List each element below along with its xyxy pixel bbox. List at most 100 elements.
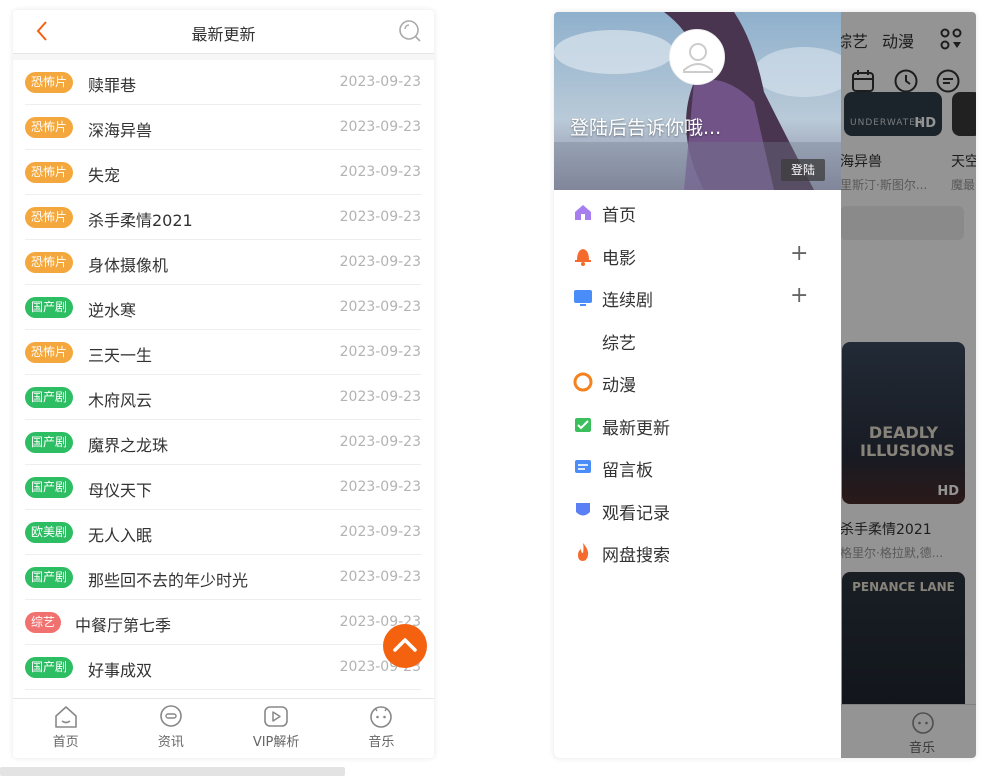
list-item[interactable]: 恐怖片 赎罪巷 2023-09-23: [25, 60, 421, 105]
list-item[interactable]: 综艺 中餐厅第七季 2023-09-23: [25, 600, 421, 645]
list-item[interactable]: 恐怖片 三天一生 2023-09-23: [25, 330, 421, 375]
menu-item[interactable]: 网盘搜索: [554, 530, 841, 573]
item-date: 2023-09-23: [339, 119, 421, 135]
item-title[interactable]: 母仪天下: [88, 477, 152, 501]
drawer-menu: 首页 电影 + 连续剧 + 综艺 动漫 最新更新 留言板 观看记录 网盘搜索: [554, 190, 841, 573]
item-date: 2023-09-23: [339, 254, 421, 270]
category-badge: 综艺: [25, 612, 62, 633]
item-title[interactable]: 那些回不去的年少时光: [88, 567, 248, 591]
expand-plus-icon[interactable]: +: [790, 242, 808, 264]
chevron-up-icon: [393, 638, 417, 652]
top-bar: 最新更新: [13, 10, 434, 54]
item-title[interactable]: 木府风云: [88, 387, 152, 411]
item-date: 2023-09-23: [339, 389, 421, 405]
item-date: 2023-09-23: [339, 74, 421, 90]
list-item[interactable]: 恐怖片 深海异兽 2023-09-23: [25, 105, 421, 150]
drawer-header: 登陆后告诉你哦... 登陆: [554, 12, 841, 190]
page-title: 最新更新: [191, 25, 256, 44]
tab-home[interactable]: 首页: [13, 699, 118, 758]
list-item[interactable]: 国产剧 那些回不去的年少时光 2023-09-23: [25, 555, 421, 600]
list-item[interactable]: 欧美剧 无人入眠 2023-09-23: [25, 510, 421, 555]
category-badge: 恐怖片: [25, 207, 74, 228]
menu-item[interactable]: 综艺: [554, 318, 841, 361]
expand-plus-icon[interactable]: +: [790, 285, 808, 307]
item-title[interactable]: 三天一生: [88, 342, 152, 366]
item-date: 2023-09-23: [339, 164, 421, 180]
category-badge: 国产剧: [25, 657, 74, 678]
ring-icon: [573, 372, 593, 392]
search-icon[interactable]: [398, 19, 422, 43]
tab-music-label: 音乐: [368, 735, 395, 750]
item-date: 2023-09-23: [339, 569, 421, 585]
tab-music[interactable]: 音乐: [329, 699, 434, 758]
menu-item[interactable]: 最新更新: [554, 403, 841, 446]
face-icon: [370, 706, 393, 728]
menu-item-label: 动漫: [602, 376, 636, 396]
category-badge: 国产剧: [25, 477, 74, 498]
list-item[interactable]: 恐怖片 杀手柔情2021 2023-09-23: [25, 195, 421, 240]
category-badge: 恐怖片: [25, 342, 74, 363]
update-list: 恐怖片 赎罪巷 2023-09-23 恐怖片 深海异兽 2023-09-23 恐怖片 失宠 20…: [13, 60, 434, 698]
drawer-screen: 综艺 动漫 UNDERWATER HD 海异兽 里斯汀·斯图尔... 天空 魔最 …: [554, 12, 976, 758]
item-title[interactable]: 无人入眠: [88, 522, 152, 546]
list-item[interactable]: 恐怖片 失宠 2023-09-23: [25, 150, 421, 195]
category-badge: 国产剧: [25, 387, 74, 408]
item-date: 2023-09-23: [339, 209, 421, 225]
item-date: 2023-09-23: [339, 434, 421, 450]
check-icon: [575, 417, 591, 432]
item-title[interactable]: 好事成双: [88, 657, 152, 681]
category-badge: 恐怖片: [25, 252, 74, 273]
item-date: 2023-09-23: [339, 524, 421, 540]
menu-item[interactable]: 电影 +: [554, 233, 841, 276]
item-title[interactable]: 杀手柔情2021: [88, 207, 193, 231]
tv-icon: [574, 290, 592, 306]
menu-item[interactable]: 留言板: [554, 445, 841, 488]
item-title[interactable]: 魔界之龙珠: [88, 432, 168, 456]
list-item[interactable]: 国产剧 好事成双 2023-09-23: [25, 645, 421, 690]
list-item[interactable]: 国产剧 木府风云 2023-09-23: [25, 375, 421, 420]
login-prompt: 登陆后告诉你哦...: [570, 117, 722, 139]
tab-news[interactable]: 资讯: [118, 699, 223, 758]
tab-vip-label: VIP解析: [252, 735, 300, 750]
item-title[interactable]: 逆水寒: [88, 297, 136, 321]
menu-item-label: 首页: [602, 206, 636, 226]
home-icon: [54, 706, 77, 728]
board-icon: [575, 460, 591, 473]
menu-item-label: 电影: [602, 248, 636, 269]
item-date: 2023-09-23: [339, 479, 421, 495]
play-icon: [264, 706, 288, 727]
list-item[interactable]: 国产剧 逆水寒 2023-09-23: [25, 285, 421, 330]
item-date: 2023-09-23: [339, 344, 421, 360]
list-item[interactable]: 国产剧 魔界之龙珠 2023-09-23: [25, 420, 421, 465]
back-to-top-button[interactable]: [383, 624, 427, 668]
menu-item[interactable]: 首页: [554, 190, 841, 233]
category-badge: 恐怖片: [25, 162, 74, 183]
menu-item[interactable]: 连续剧 +: [554, 275, 841, 318]
item-date: 2023-09-23: [339, 299, 421, 315]
horizontal-scrollbar[interactable]: [0, 767, 345, 776]
user-icon: [683, 43, 713, 73]
item-title[interactable]: 深海异兽: [88, 117, 152, 141]
category-badge: 国产剧: [25, 432, 74, 453]
side-drawer: 登陆后告诉你哦... 登陆 首页 电影 + 连续剧 + 综艺 动漫 最新更新 留言板 观看记录 网盘…: [554, 12, 841, 758]
login-button[interactable]: 登陆: [781, 159, 825, 181]
menu-item-label: 最新更新: [602, 418, 670, 439]
menu-item-label: 网盘搜索: [602, 546, 670, 566]
item-title[interactable]: 失宠: [88, 162, 120, 186]
tab-vip[interactable]: VIP解析: [224, 699, 329, 758]
menu-item[interactable]: 动漫: [554, 360, 841, 403]
avatar[interactable]: [669, 29, 725, 85]
list-item[interactable]: 国产剧 母仪天下 2023-09-23: [25, 465, 421, 510]
category-badge: 恐怖片: [25, 72, 74, 93]
category-badge: 欧美剧: [25, 522, 74, 543]
item-title[interactable]: 赎罪巷: [88, 72, 136, 96]
category-badge: 恐怖片: [25, 117, 74, 138]
menu-item-label: 综艺: [602, 333, 636, 354]
list-item[interactable]: 恐怖片 身体摄像机 2023-09-23: [25, 240, 421, 285]
menu-item[interactable]: 观看记录: [554, 488, 841, 531]
shield-icon: [576, 502, 590, 515]
item-title[interactable]: 身体摄像机: [88, 252, 168, 276]
menu-item-label: 留言板: [602, 461, 653, 481]
bell-icon: [575, 248, 591, 266]
item-title[interactable]: 中餐厅第七季: [75, 612, 171, 636]
